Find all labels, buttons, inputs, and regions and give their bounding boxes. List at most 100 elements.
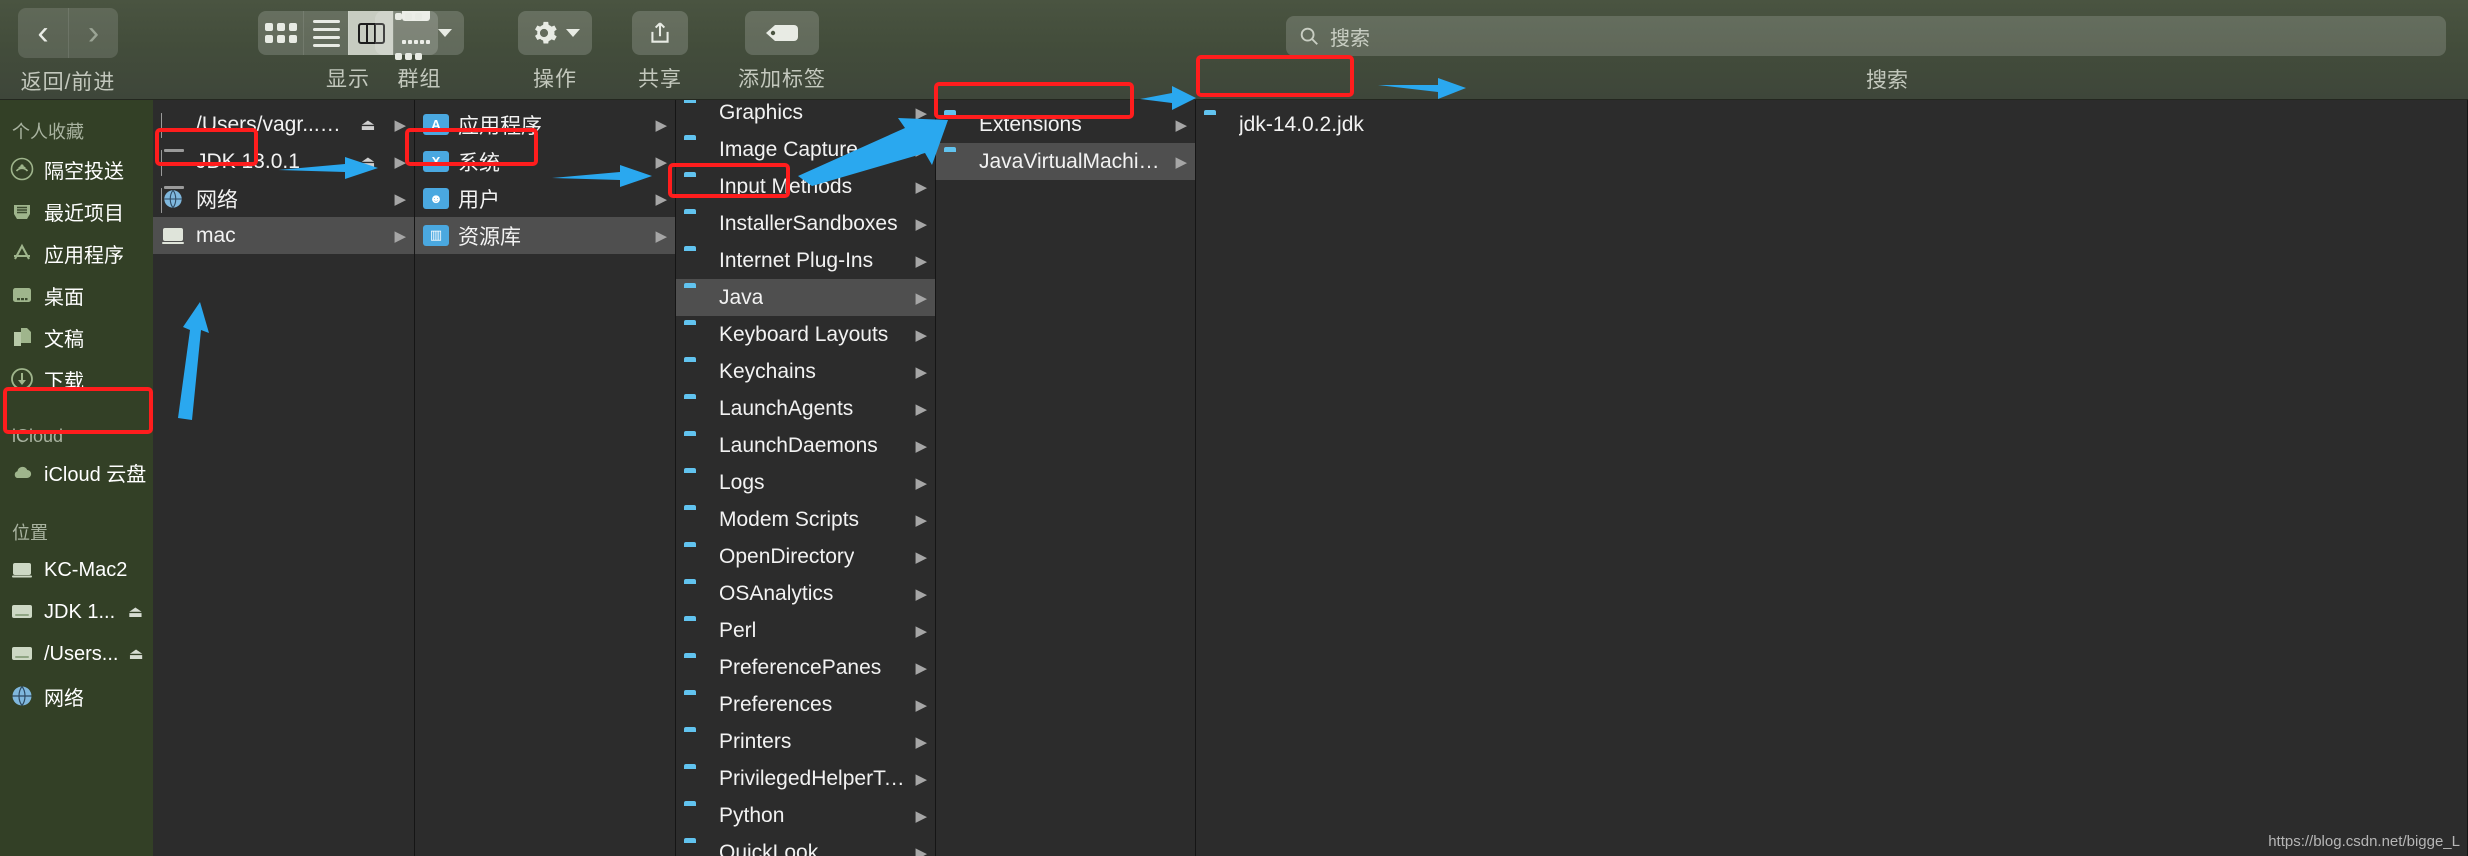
disclosure-arrow-icon[interactable]: ▶ bbox=[915, 659, 927, 677]
sidebar-item-network[interactable]: 网络 bbox=[0, 675, 153, 717]
search-input[interactable]: 搜索 bbox=[1286, 16, 2446, 56]
sidebar-item-kc-mac2[interactable]: KC-Mac2 bbox=[0, 549, 153, 591]
column-3[interactable]: Graphics ▶ Image Capture ▶ Input Methods ▶ Ins… bbox=[676, 100, 936, 856]
disclosure-arrow-icon[interactable]: ▶ bbox=[394, 227, 406, 245]
disclosure-arrow-icon[interactable]: ▶ bbox=[915, 696, 927, 714]
sidebar-item-icloud-drive[interactable]: iCloud 云盘 bbox=[0, 451, 153, 493]
folder-icon bbox=[944, 151, 970, 173]
column-item[interactable]: Logs ▶ bbox=[676, 464, 935, 501]
disclosure-arrow-icon[interactable]: ▶ bbox=[655, 190, 667, 208]
sidebar-item-airdrop[interactable]: 隔空投送 bbox=[0, 148, 153, 190]
column-item[interactable]: LaunchDaemons ▶ bbox=[676, 427, 935, 464]
eject-icon[interactable]: ⏏ bbox=[360, 115, 375, 135]
icon-view-button[interactable] bbox=[258, 11, 303, 55]
disclosure-arrow-icon[interactable]: ▶ bbox=[915, 844, 927, 856]
disclosure-arrow-icon[interactable]: ▶ bbox=[915, 474, 927, 492]
eject-icon[interactable]: ⏏ bbox=[128, 602, 143, 622]
folder-icon bbox=[684, 102, 710, 124]
disclosure-arrow-icon[interactable]: ▶ bbox=[394, 116, 406, 134]
column-item[interactable]: PreferencePanes ▶ bbox=[676, 649, 935, 686]
list-view-button[interactable] bbox=[303, 11, 348, 55]
disclosure-arrow-icon[interactable]: ▶ bbox=[915, 622, 927, 640]
column-item-jdk14[interactable]: jdk-14.0.2.jdk bbox=[1196, 106, 1526, 143]
column-item[interactable]: Graphics ▶ bbox=[676, 100, 935, 131]
folder-icon bbox=[1204, 114, 1230, 136]
disclosure-arrow-icon[interactable]: ▶ bbox=[655, 116, 667, 134]
disclosure-arrow-icon[interactable]: ▶ bbox=[915, 363, 927, 381]
sidebar-item-users-volume[interactable]: /Users... ⏏ bbox=[0, 633, 153, 675]
disclosure-arrow-icon[interactable]: ▶ bbox=[1175, 153, 1187, 171]
column-item-javavirtualmachines[interactable]: JavaVirtualMachines ▶ bbox=[936, 143, 1195, 180]
disclosure-arrow-icon[interactable]: ▶ bbox=[915, 252, 927, 270]
column-4[interactable]: Extensions ▶ JavaVirtualMachines ▶ bbox=[936, 100, 1196, 856]
column-item[interactable]: Keychains ▶ bbox=[676, 353, 935, 390]
column-1[interactable]: /Users/vagr...elease/rdm ⏏ ▶ JDK 13.0.1 … bbox=[153, 100, 415, 856]
column-item-java[interactable]: Java ▶ bbox=[676, 279, 935, 316]
add-tag-button[interactable] bbox=[745, 11, 819, 55]
sidebar-item-desktop[interactable]: 桌面 bbox=[0, 274, 153, 316]
column-5[interactable]: jdk-14.0.2.jdk bbox=[1196, 100, 2468, 856]
column-item[interactable]: Perl ▶ bbox=[676, 612, 935, 649]
column-item[interactable]: A 应用程序 ▶ bbox=[415, 106, 675, 143]
disclosure-arrow-icon[interactable]: ▶ bbox=[394, 153, 406, 171]
column-item[interactable]: Keyboard Layouts ▶ bbox=[676, 316, 935, 353]
column-3-list[interactable]: Graphics ▶ Image Capture ▶ Input Methods ▶ Ins… bbox=[676, 100, 935, 856]
disclosure-arrow-icon[interactable]: ▶ bbox=[915, 585, 927, 603]
disclosure-arrow-icon[interactable]: ▶ bbox=[915, 770, 927, 788]
column-item[interactable]: Python ▶ bbox=[676, 797, 935, 834]
back-button[interactable]: ‹ bbox=[18, 8, 68, 58]
column-item[interactable]: QuickLook ▶ bbox=[676, 834, 935, 856]
share-button[interactable] bbox=[632, 11, 688, 55]
column-item-label: 系统 bbox=[458, 151, 500, 175]
forward-button[interactable]: › bbox=[68, 8, 118, 58]
disclosure-arrow-icon[interactable]: ▶ bbox=[915, 326, 927, 344]
sidebar-item-recents[interactable]: 最近项目 bbox=[0, 190, 153, 232]
column-item[interactable]: JDK 13.0.1 ⏏ ▶ bbox=[153, 143, 414, 213]
column-item[interactable]: Printers ▶ bbox=[676, 723, 935, 760]
sidebar-item-documents[interactable]: 文稿 bbox=[0, 316, 153, 358]
disclosure-arrow-icon[interactable]: ▶ bbox=[915, 807, 927, 825]
folder-icon bbox=[684, 805, 710, 827]
eject-icon[interactable]: ⏏ bbox=[360, 152, 375, 172]
group-button[interactable] bbox=[375, 11, 464, 60]
disclosure-arrow-icon[interactable]: ▶ bbox=[915, 289, 927, 307]
column-item[interactable]: /Users/vagr...elease/rdm ⏏ ▶ bbox=[153, 106, 414, 176]
disclosure-arrow-icon[interactable]: ▶ bbox=[655, 153, 667, 171]
disclosure-arrow-icon[interactable]: ▶ bbox=[915, 437, 927, 455]
column-item[interactable]: Preferences ▶ bbox=[676, 686, 935, 723]
disclosure-arrow-icon[interactable]: ▶ bbox=[394, 190, 406, 208]
column-item[interactable]: 网络 ▶ bbox=[153, 180, 414, 217]
column-item[interactable]: Internet Plug-Ins ▶ bbox=[676, 242, 935, 279]
disclosure-arrow-icon[interactable]: ▶ bbox=[915, 215, 927, 233]
column-item[interactable]: OpenDirectory ▶ bbox=[676, 538, 935, 575]
disclosure-arrow-icon[interactable]: ▶ bbox=[915, 178, 927, 196]
disclosure-arrow-icon[interactable]: ▶ bbox=[915, 548, 927, 566]
sidebar-item-applications[interactable]: 应用程序 bbox=[0, 232, 153, 274]
disclosure-arrow-icon[interactable]: ▶ bbox=[915, 511, 927, 529]
disclosure-arrow-icon[interactable]: ▶ bbox=[655, 227, 667, 245]
column-item[interactable]: Modem Scripts ▶ bbox=[676, 501, 935, 538]
sidebar-item-downloads[interactable]: 下载 bbox=[0, 358, 153, 400]
disclosure-arrow-icon[interactable]: ▶ bbox=[1175, 116, 1187, 134]
column-item[interactable]: OSAnalytics ▶ bbox=[676, 575, 935, 612]
column-item-library[interactable]: ▥ 资源库 ▶ bbox=[415, 217, 675, 254]
disclosure-arrow-icon[interactable]: ▶ bbox=[915, 733, 927, 751]
column-item[interactable]: Extensions ▶ bbox=[936, 106, 1195, 143]
eject-icon[interactable]: ⏏ bbox=[128, 644, 143, 664]
column-2[interactable]: A 应用程序 ▶ X 系统 ▶ ☻ 用户 ▶ ▥ 资源库 ▶ bbox=[415, 100, 676, 856]
column-item[interactable]: X 系统 ▶ bbox=[415, 143, 675, 180]
column-item[interactable]: Image Capture ▶ bbox=[676, 131, 935, 168]
disclosure-arrow-icon[interactable]: ▶ bbox=[915, 400, 927, 418]
column-item[interactable]: LaunchAgents ▶ bbox=[676, 390, 935, 427]
column-item[interactable]: Input Methods ▶ bbox=[676, 168, 935, 205]
sidebar-item-jdk[interactable]: JDK 1... ⏏ bbox=[0, 591, 153, 633]
gear-icon bbox=[535, 21, 557, 44]
column-item[interactable]: InstallerSandboxes ▶ bbox=[676, 205, 935, 242]
disclosure-arrow-icon[interactable]: ▶ bbox=[915, 104, 927, 122]
disclosure-arrow-icon[interactable]: ▶ bbox=[915, 141, 927, 159]
nav-buttons[interactable]: ‹ › bbox=[18, 8, 118, 58]
column-item[interactable]: PrivilegedHelperTools ▶ bbox=[676, 760, 935, 797]
action-button[interactable] bbox=[518, 11, 592, 55]
column-item-mac[interactable]: mac ▶ bbox=[153, 217, 414, 254]
column-item[interactable]: ☻ 用户 ▶ bbox=[415, 180, 675, 217]
